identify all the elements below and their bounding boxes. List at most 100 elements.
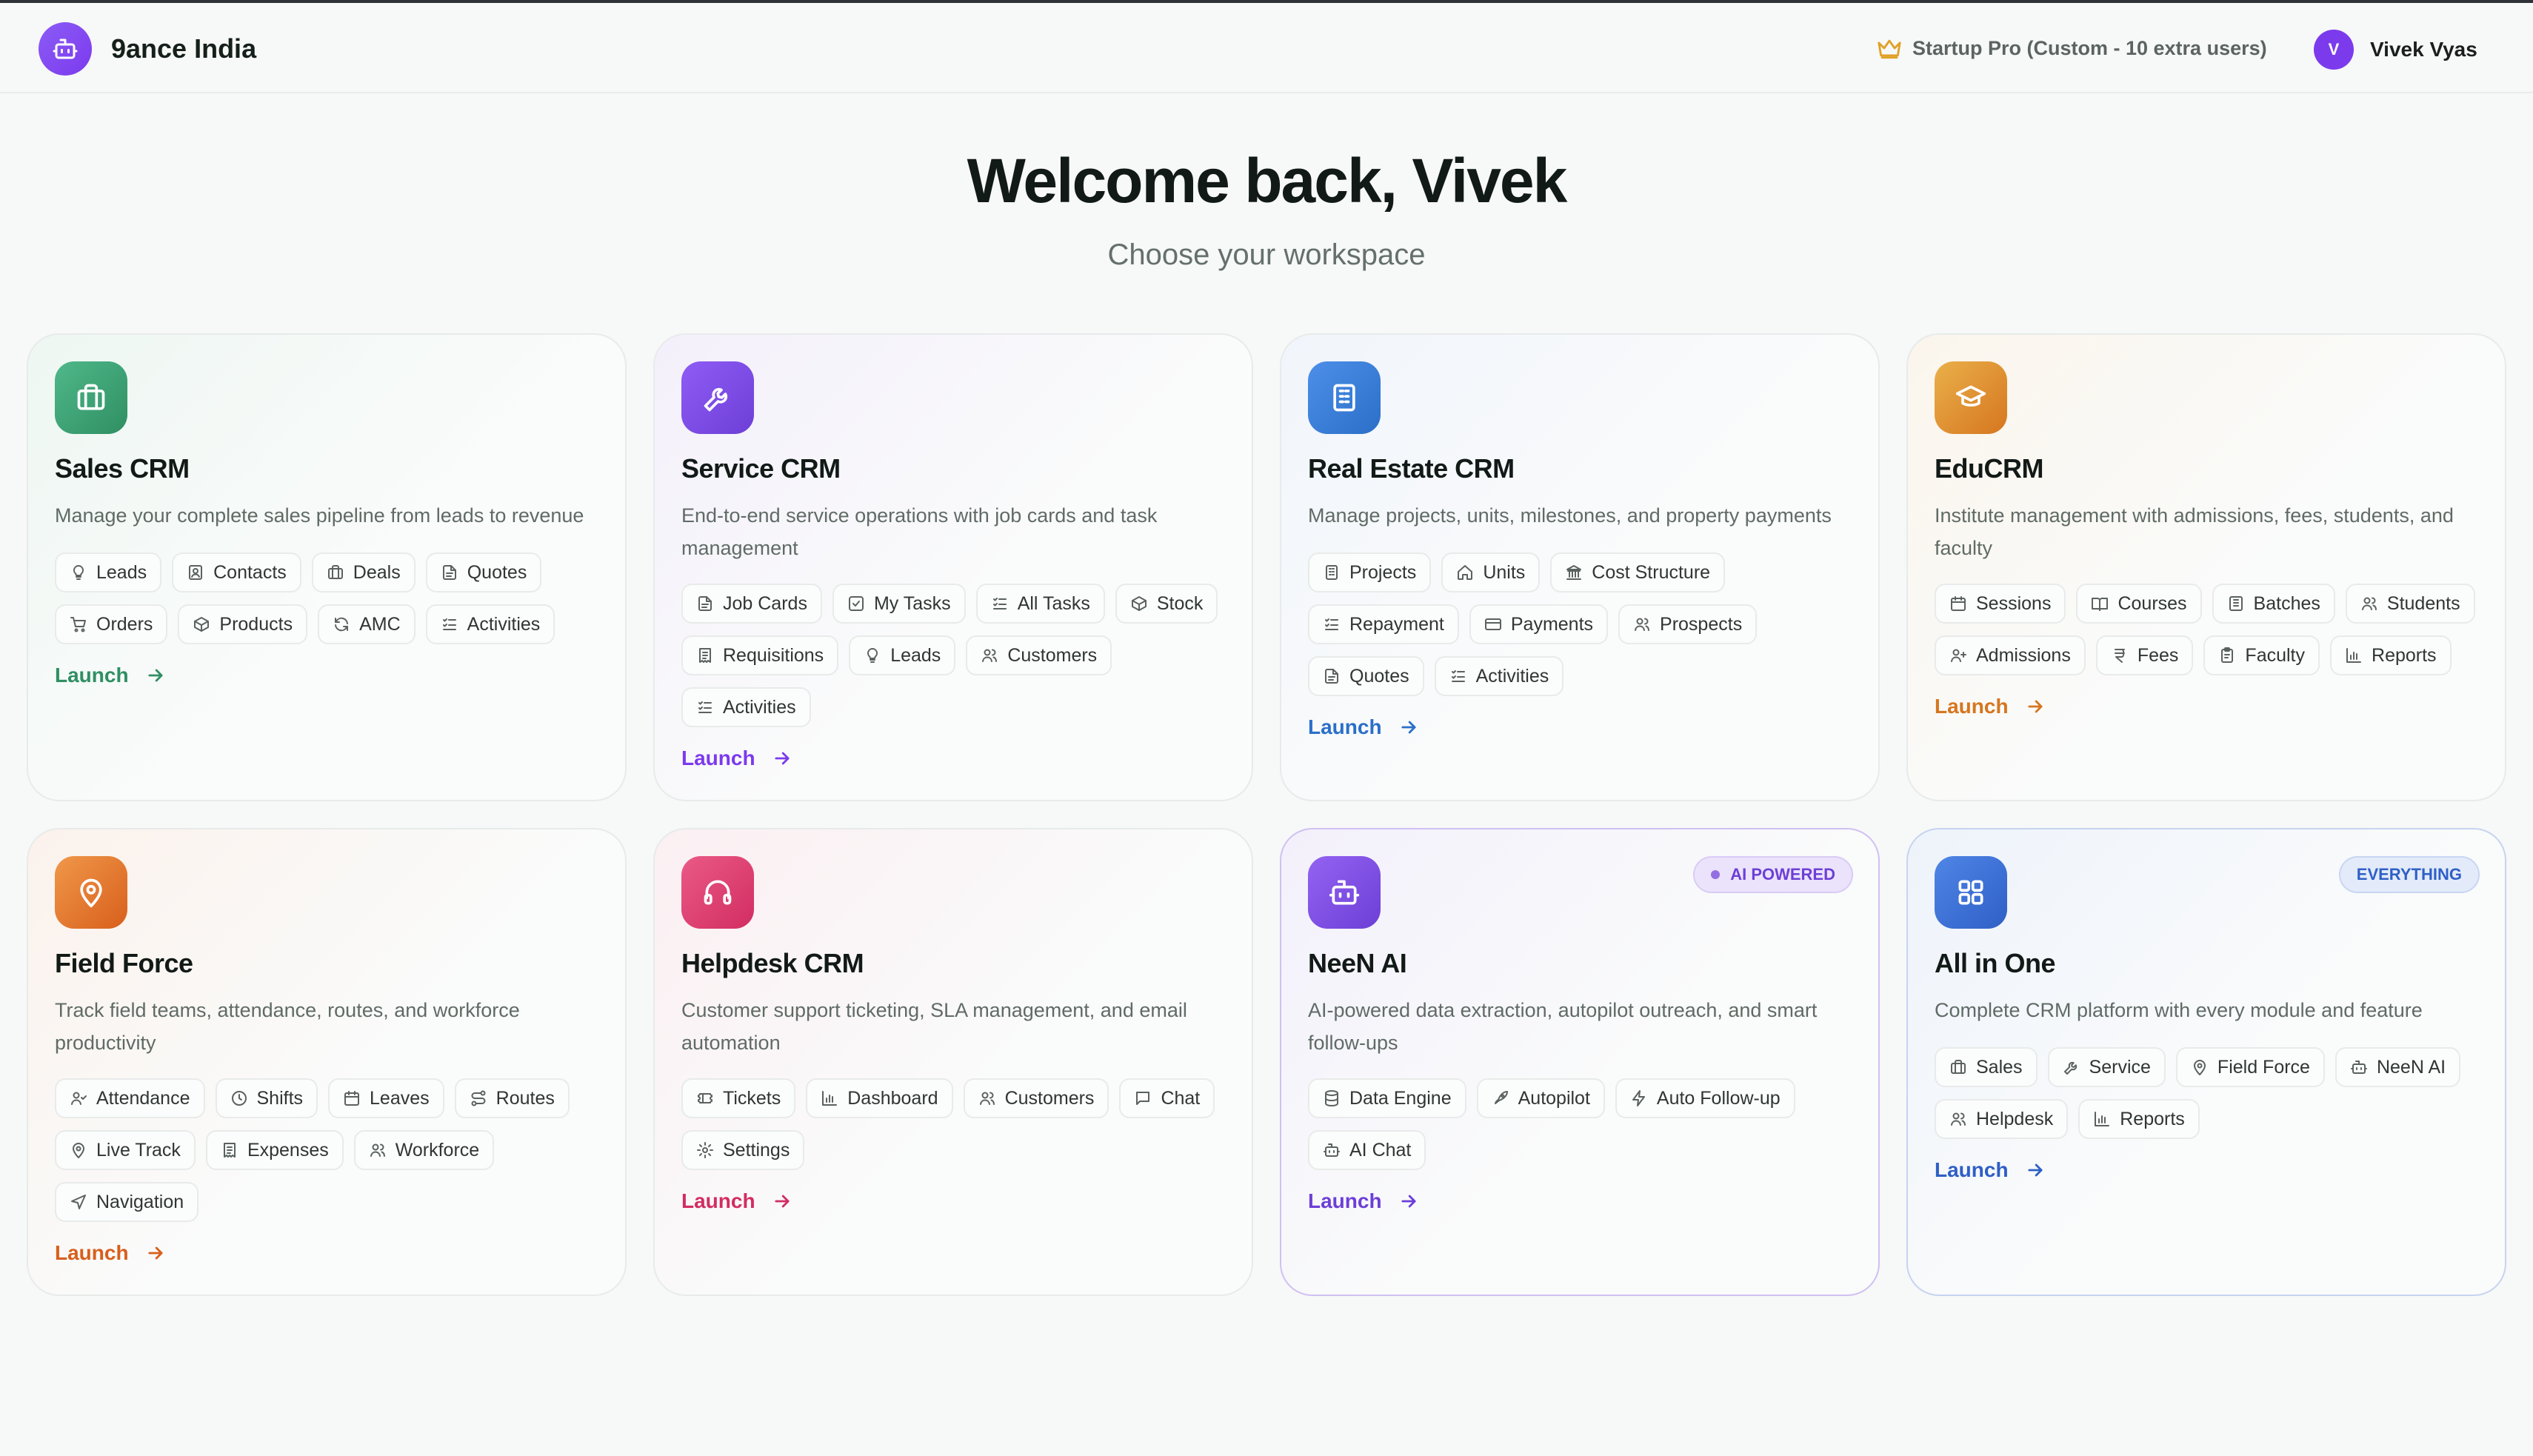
module-chip[interactable]: Students (2345, 584, 2475, 624)
card-icon (681, 361, 754, 434)
module-chip-label: Routes (495, 1087, 555, 1109)
module-chip[interactable]: AI Chat (1308, 1130, 1426, 1170)
module-chip[interactable]: AMC (318, 604, 416, 644)
module-chip[interactable]: Expenses (205, 1130, 344, 1170)
module-chip[interactable]: Reports (2078, 1099, 2200, 1139)
module-chip[interactable]: Units (1441, 552, 1541, 592)
module-chip[interactable]: Field Force (2175, 1047, 2325, 1087)
module-chip[interactable]: My Tasks (832, 584, 966, 624)
module-chip[interactable]: Sales (1935, 1047, 2038, 1087)
module-chip-label: Sessions (1976, 592, 2052, 614)
module-chip[interactable]: Autopilot (1476, 1078, 1605, 1118)
module-chip[interactable]: Requisitions (681, 635, 839, 675)
module-chip[interactable]: Live Track (55, 1130, 196, 1170)
module-chip[interactable]: Activities (1434, 656, 1564, 696)
module-chip[interactable]: Reports (2330, 635, 2452, 675)
module-chip[interactable]: Tickets (681, 1078, 796, 1118)
workspace-card-service[interactable]: Service CRM End-to-end service operations… (653, 333, 1253, 801)
module-chip[interactable]: Contacts (172, 552, 301, 592)
module-chip[interactable]: Quotes (425, 552, 542, 592)
module-chip[interactable]: Leads (849, 635, 956, 675)
launch-button[interactable]: Launch (1935, 1158, 2046, 1182)
user-menu[interactable]: V Vivek Vyas (2314, 30, 2477, 70)
module-chip[interactable]: Products (178, 604, 308, 644)
module-chip[interactable]: Data Engine (1308, 1078, 1466, 1118)
launch-label: Launch (681, 747, 755, 769)
launch-button[interactable]: Launch (1308, 715, 1419, 739)
launch-button[interactable]: Launch (55, 1241, 166, 1265)
list-check-icon (442, 618, 456, 630)
receipt-icon (223, 1143, 236, 1158)
module-chip[interactable]: Workforce (353, 1130, 495, 1170)
module-chip-label: Job Cards (723, 592, 807, 614)
module-chip[interactable]: Sessions (1935, 584, 2066, 624)
module-chip[interactable]: Settings (681, 1130, 805, 1170)
module-chip[interactable]: Leads (55, 552, 162, 592)
module-chip-label: Quotes (1349, 665, 1409, 687)
user-plus-icon (1951, 649, 1966, 662)
module-chip[interactable]: Courses (2076, 584, 2202, 624)
page-title: Welcome back, Vivek (967, 146, 1568, 216)
top-bar: 9ance India Startup Pro (Custom - 10 ext… (0, 3, 2533, 93)
module-chip[interactable]: Navigation (55, 1182, 199, 1222)
module-chip[interactable]: Dashboard (806, 1078, 953, 1118)
module-chip[interactable]: NeeN AI (2335, 1047, 2461, 1087)
list-check-icon (992, 598, 1007, 610)
module-chip[interactable]: Customers (966, 635, 1112, 675)
module-chip[interactable]: Leaves (328, 1078, 444, 1118)
badge-label: EVERYTHING (2356, 865, 2462, 884)
module-chip[interactable]: Admissions (1935, 635, 2086, 675)
module-chip[interactable]: Fees (2095, 635, 2194, 675)
launch-button[interactable]: Launch (1308, 1189, 1419, 1213)
module-chip[interactable]: Helpdesk (1935, 1099, 2069, 1139)
launch-button[interactable]: Launch (681, 747, 792, 770)
users-icon (370, 1143, 385, 1157)
module-chip[interactable]: Shifts (215, 1078, 318, 1118)
module-chip[interactable]: Job Cards (681, 584, 822, 624)
module-chip[interactable]: Auto Follow-up (1615, 1078, 1795, 1118)
workspace-card-edu[interactable]: EduCRM Institute management with admissio… (1906, 333, 2506, 801)
card-title: Helpdesk CRM (681, 948, 864, 978)
module-chip[interactable]: Projects (1308, 552, 1432, 592)
module-chip[interactable]: Chat (1119, 1078, 1215, 1118)
module-chip[interactable]: Payments (1469, 604, 1609, 644)
module-chip[interactable]: Routes (454, 1078, 570, 1118)
workspace-card-helpdesk[interactable]: Helpdesk CRM Customer support ticketing, … (653, 828, 1253, 1296)
cart-icon (70, 617, 86, 632)
launch-button[interactable]: Launch (681, 1189, 792, 1213)
module-chip-label: Sales (1976, 1056, 2023, 1078)
module-chip-label: Service (2089, 1056, 2151, 1078)
module-chip-label: Attendance (96, 1087, 190, 1109)
module-chip[interactable]: Cost Structure (1550, 552, 1726, 592)
plan-indicator[interactable]: Startup Pro (Custom - 10 extra users) (1877, 36, 2267, 61)
workspace-card-neen[interactable]: AI POWERED NeeN AI AI-powered data extract… (1280, 828, 1880, 1296)
brand[interactable]: 9ance India (39, 22, 256, 76)
chat-icon (1136, 1092, 1150, 1105)
launch-label: Launch (1935, 695, 2009, 718)
module-chip[interactable]: Prospects (1618, 604, 1758, 644)
module-chip[interactable]: Orders (55, 604, 168, 644)
module-chip[interactable]: Repayment (1308, 604, 1459, 644)
module-chip[interactable]: Service (2047, 1047, 2166, 1087)
module-chip[interactable]: Faculty (2203, 635, 2320, 675)
launch-button[interactable]: Launch (1935, 695, 2046, 718)
module-chip[interactable]: All Tasks (975, 584, 1105, 624)
settings-icon (697, 1142, 713, 1158)
module-chip[interactable]: Activities (681, 687, 811, 727)
workspace-card-allinone[interactable]: EVERYTHING All in One Complete CRM platfor… (1906, 828, 2506, 1296)
workspace-card-realestate[interactable]: Real Estate CRM Manage projects, units, m… (1280, 333, 1880, 801)
module-chip[interactable]: Stock (1115, 584, 1218, 624)
briefcase-icon (77, 384, 105, 410)
module-chip[interactable]: Deals (311, 552, 416, 592)
module-chip[interactable]: Batches (2212, 584, 2335, 624)
module-chip[interactable]: Quotes (1308, 656, 1424, 696)
workspace-card-sales[interactable]: Sales CRM Manage your complete sales pipe… (27, 333, 627, 801)
module-chip[interactable]: Customers (963, 1078, 1109, 1118)
workspace-card-field[interactable]: Field Force Track field teams, attendance… (27, 828, 627, 1296)
package-icon (1131, 596, 1147, 611)
users-icon (1635, 618, 1650, 631)
module-chip[interactable]: Attendance (55, 1078, 205, 1118)
launch-label: Launch (55, 1241, 129, 1264)
launch-button[interactable]: Launch (55, 664, 166, 687)
module-chip[interactable]: Activities (425, 604, 555, 644)
